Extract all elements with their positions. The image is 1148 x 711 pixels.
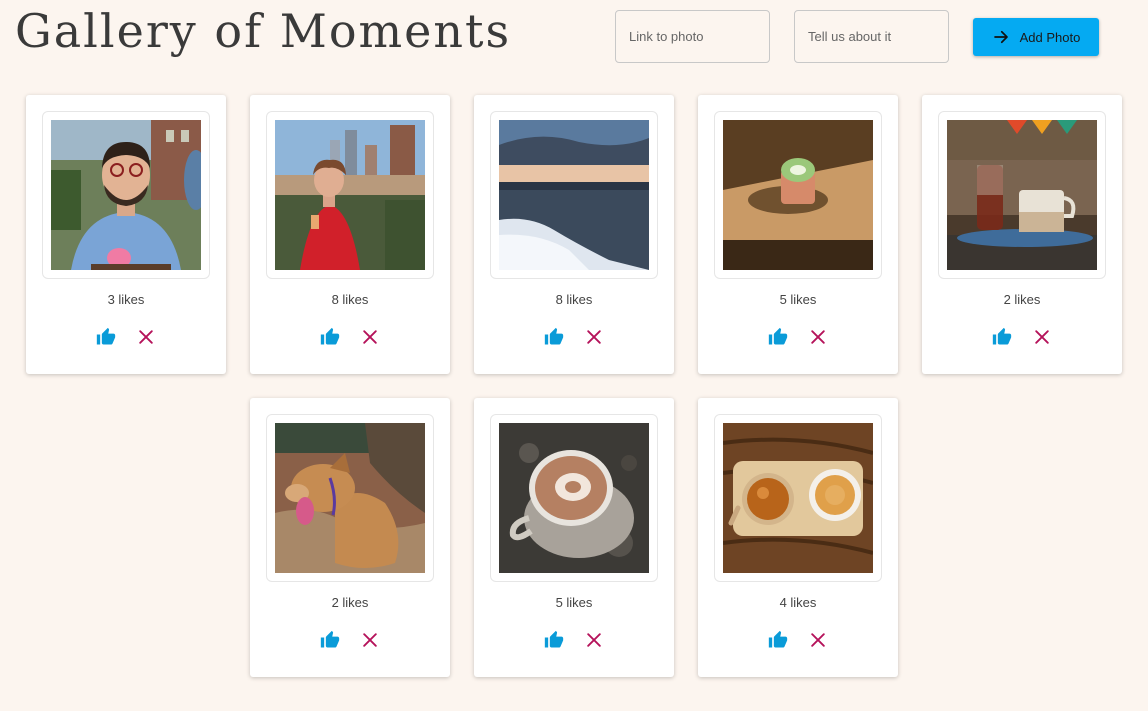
thumbs-up-icon xyxy=(320,327,340,345)
like-count: 5 likes xyxy=(779,292,817,307)
like-button[interactable] xyxy=(96,327,116,347)
photo-actions xyxy=(320,327,380,347)
photo-card: 2 likes xyxy=(250,398,450,677)
like-button[interactable] xyxy=(320,630,340,650)
thumbs-up-icon xyxy=(544,630,564,648)
add-photo-button[interactable]: Add Photo xyxy=(973,18,1099,56)
close-icon xyxy=(363,633,377,647)
like-button[interactable] xyxy=(768,630,788,650)
like-count: 2 likes xyxy=(1003,292,1041,307)
photo-card: 2 likes xyxy=(922,95,1122,374)
photo-frame xyxy=(490,111,658,279)
add-photo-label: Add Photo xyxy=(1019,29,1081,45)
photo-frame xyxy=(714,414,882,582)
photo-actions xyxy=(992,327,1052,347)
photo-frame xyxy=(42,111,210,279)
like-count: 2 likes xyxy=(331,595,369,610)
photo-description-input[interactable] xyxy=(794,10,949,63)
photo-frame xyxy=(938,111,1106,279)
photo-link-input[interactable] xyxy=(615,10,770,63)
photo-frame xyxy=(714,111,882,279)
photo-card: 8 likes xyxy=(474,95,674,374)
close-icon xyxy=(811,633,825,647)
photo-image xyxy=(723,120,873,270)
photo-card: 5 likes xyxy=(698,95,898,374)
photo-frame xyxy=(266,111,434,279)
like-button[interactable] xyxy=(992,327,1012,347)
like-button[interactable] xyxy=(544,630,564,650)
photo-frame xyxy=(266,414,434,582)
photo-actions xyxy=(544,327,604,347)
delete-button[interactable] xyxy=(360,630,380,650)
thumbs-up-icon xyxy=(320,630,340,648)
photo-actions xyxy=(768,327,828,347)
thumbs-up-icon xyxy=(768,327,788,345)
photo-frame xyxy=(490,414,658,582)
photo-image xyxy=(499,120,649,270)
delete-button[interactable] xyxy=(584,630,604,650)
like-count: 8 likes xyxy=(555,292,593,307)
like-count: 8 likes xyxy=(331,292,369,307)
like-button[interactable] xyxy=(320,327,340,347)
photo-grid: 3 likes 8 likes 8 likes 5 likes 2 likes … xyxy=(26,95,1122,677)
thumbs-up-icon xyxy=(768,630,788,648)
photo-card: 8 likes xyxy=(250,95,450,374)
arrow-right-icon xyxy=(993,30,1008,44)
photo-image xyxy=(275,423,425,573)
like-button[interactable] xyxy=(768,327,788,347)
photo-image xyxy=(51,120,201,270)
delete-button[interactable] xyxy=(360,327,380,347)
page-title: Gallery of Moments xyxy=(15,4,512,58)
photo-image xyxy=(947,120,1097,270)
delete-button[interactable] xyxy=(1032,327,1052,347)
photo-actions xyxy=(768,630,828,650)
photo-actions xyxy=(96,327,156,347)
thumbs-up-icon xyxy=(96,327,116,345)
photo-image xyxy=(275,120,425,270)
photo-card: 3 likes xyxy=(26,95,226,374)
photo-actions xyxy=(544,630,604,650)
close-icon xyxy=(1035,330,1049,344)
close-icon xyxy=(811,330,825,344)
delete-button[interactable] xyxy=(808,630,828,650)
close-icon xyxy=(139,330,153,344)
photo-card: 5 likes xyxy=(474,398,674,677)
photo-image xyxy=(723,423,873,573)
delete-button[interactable] xyxy=(808,327,828,347)
delete-button[interactable] xyxy=(584,327,604,347)
close-icon xyxy=(587,330,601,344)
photo-image xyxy=(499,423,649,573)
thumbs-up-icon xyxy=(544,327,564,345)
like-button[interactable] xyxy=(544,327,564,347)
like-count: 3 likes xyxy=(107,292,145,307)
delete-button[interactable] xyxy=(136,327,156,347)
close-icon xyxy=(363,330,377,344)
photo-actions xyxy=(320,630,380,650)
like-count: 5 likes xyxy=(555,595,593,610)
close-icon xyxy=(587,633,601,647)
photo-card: 4 likes xyxy=(698,398,898,677)
like-count: 4 likes xyxy=(779,595,817,610)
thumbs-up-icon xyxy=(992,327,1012,345)
